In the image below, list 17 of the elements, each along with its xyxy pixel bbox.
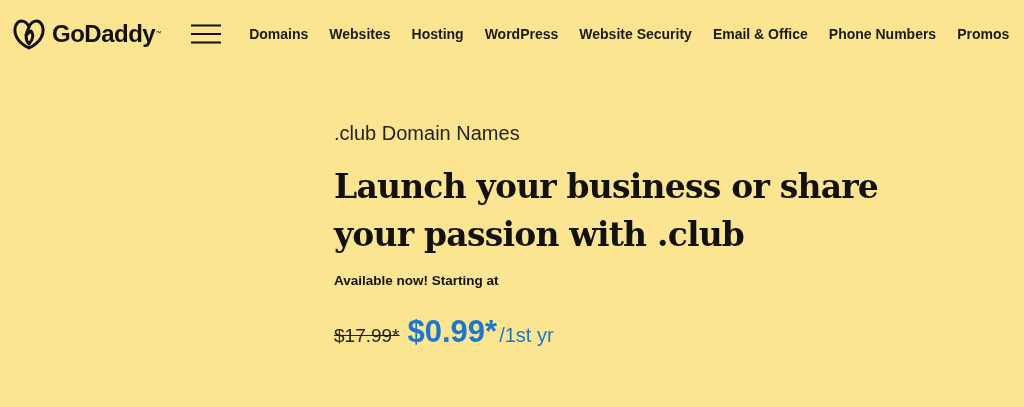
- nav-link[interactable]: Domains: [249, 26, 309, 42]
- original-price: $17.99*: [334, 325, 400, 347]
- logo-wordmark[interactable]: GoDaddy: [52, 20, 156, 48]
- availability-text: Available now! Starting at: [334, 273, 500, 288]
- sale-price: $0.99*: [407, 314, 498, 350]
- nav-link[interactable]: Websites: [329, 26, 391, 42]
- menu-icon[interactable]: [191, 24, 222, 44]
- nav-link[interactable]: WordPress: [484, 26, 559, 42]
- nav-link[interactable]: Hosting: [411, 26, 464, 42]
- price-term: /1st yr: [499, 324, 554, 347]
- nav-link[interactable]: Website Security: [579, 26, 692, 42]
- nav-link[interactable]: Phone Numbers: [828, 26, 937, 42]
- logo-icon[interactable]: [12, 18, 46, 50]
- headline: Launch your business or share your passion with .club: [334, 166, 880, 256]
- page-subtitle: .club Domain Names: [334, 122, 521, 145]
- nav-link[interactable]: Email & Office: [712, 26, 808, 42]
- nav-link[interactable]: Promos: [957, 26, 1010, 42]
